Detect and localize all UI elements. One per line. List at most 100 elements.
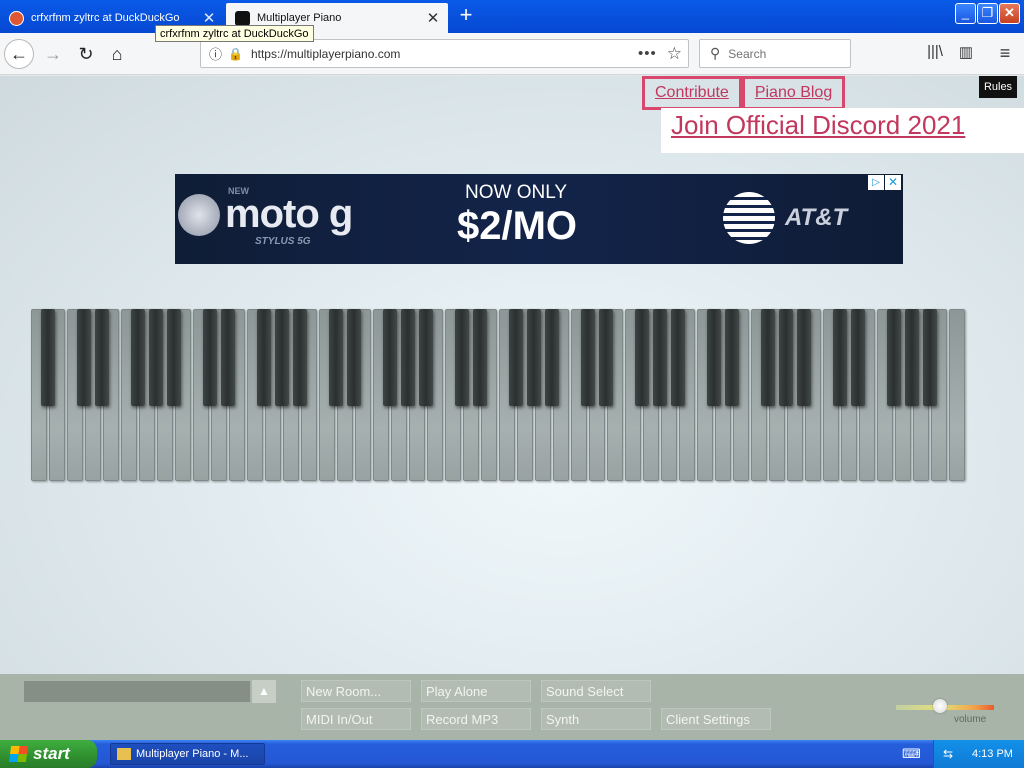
hamburger-menu-icon[interactable]: ≡ — [994, 43, 1016, 65]
black-key[interactable] — [221, 309, 235, 406]
url-bar[interactable]: ⓘ 🔒 https://multiplayerpiano.com ••• ☆ — [200, 39, 689, 68]
black-key[interactable] — [671, 309, 685, 406]
adchoices-icon[interactable]: ▷ — [868, 175, 884, 190]
black-key[interactable] — [95, 309, 109, 406]
black-key[interactable] — [707, 309, 721, 406]
black-key[interactable] — [275, 309, 289, 406]
motorola-logo-icon — [178, 194, 220, 236]
black-key[interactable] — [257, 309, 271, 406]
forward-arrow-icon[interactable]: → — [38, 39, 68, 69]
black-key[interactable] — [905, 309, 919, 406]
home-icon[interactable]: ⌂ — [102, 39, 132, 69]
firefox-icon — [117, 748, 131, 760]
midi-button[interactable]: MIDI In/Out — [301, 708, 411, 730]
library-icon[interactable]: |||\ — [924, 43, 946, 65]
chat-input[interactable] — [24, 681, 250, 702]
black-key[interactable] — [851, 309, 865, 406]
black-key[interactable] — [599, 309, 613, 406]
search-icon: ⚲ — [710, 45, 721, 61]
restore-window-button[interactable]: ❐ — [977, 3, 998, 24]
advertisement-banner[interactable]: NEW moto g STYLUS 5G NOW ONLY $2/MO AT&T… — [175, 174, 903, 264]
new-room-button[interactable]: New Room... — [301, 680, 411, 702]
top-links: Contribute Piano Blog — [642, 76, 846, 110]
plus-icon[interactable]: + — [454, 4, 478, 28]
black-key[interactable] — [473, 309, 487, 406]
black-key[interactable] — [545, 309, 559, 406]
start-label: start — [33, 744, 70, 763]
black-key[interactable] — [635, 309, 649, 406]
black-key[interactable] — [833, 309, 847, 406]
black-key[interactable] — [41, 309, 55, 406]
black-key[interactable] — [581, 309, 595, 406]
black-key[interactable] — [653, 309, 667, 406]
close-icon[interactable]: ✕ — [885, 175, 901, 190]
black-key[interactable] — [383, 309, 397, 406]
black-key[interactable] — [527, 309, 541, 406]
black-key[interactable] — [77, 309, 91, 406]
piano-site-icon — [235, 10, 250, 26]
close-tab-icon[interactable]: ✕ — [424, 9, 442, 27]
black-key[interactable] — [419, 309, 433, 406]
keyboard-icon[interactable]: ⌨ — [902, 746, 921, 762]
piano-keyboard[interactable] — [31, 309, 967, 483]
white-key[interactable] — [949, 309, 965, 481]
black-key[interactable] — [293, 309, 307, 406]
page-content: Rules Contribute Piano Blog Join Officia… — [0, 76, 1024, 740]
play-alone-button[interactable]: Play Alone — [421, 680, 531, 702]
triangle-up-icon[interactable]: ▲ — [252, 680, 276, 703]
discord-link[interactable]: Join Official Discord 2021 — [671, 108, 965, 142]
discord-panel: Join Official Discord 2021 — [661, 108, 1024, 153]
volume-slider[interactable]: volume — [896, 696, 996, 726]
contribute-link[interactable]: Contribute — [642, 76, 742, 110]
close-window-button[interactable]: ✕ — [999, 3, 1020, 24]
search-box[interactable]: ⚲ — [699, 39, 851, 68]
black-key[interactable] — [761, 309, 775, 406]
black-key[interactable] — [725, 309, 739, 406]
tab-title: Multiplayer Piano — [257, 12, 342, 24]
network-icon[interactable]: ⇆ — [943, 747, 959, 761]
insecure-lock-icon[interactable]: 🔒 — [228, 47, 243, 61]
sidebar-icon[interactable]: ▥ — [955, 43, 977, 65]
black-key[interactable] — [923, 309, 937, 406]
minimize-window-button[interactable]: _ — [955, 3, 976, 24]
black-key[interactable] — [779, 309, 793, 406]
black-key[interactable] — [401, 309, 415, 406]
black-key[interactable] — [797, 309, 811, 406]
ad-advertiser: AT&T — [785, 204, 848, 231]
piano-control-panel: ▲ New Room... Play Alone Sound Select MI… — [0, 674, 1024, 740]
black-key[interactable] — [167, 309, 181, 406]
more-dots-icon[interactable]: ••• — [638, 45, 657, 62]
record-mp3-button[interactable]: Record MP3 — [421, 708, 531, 730]
search-input[interactable] — [728, 46, 829, 61]
reload-icon[interactable]: ↻ — [71, 39, 101, 69]
black-key[interactable] — [887, 309, 901, 406]
black-key[interactable] — [455, 309, 469, 406]
synth-button[interactable]: Synth — [541, 708, 651, 730]
back-arrow-icon[interactable]: ← — [4, 39, 34, 69]
duckduckgo-icon — [9, 10, 24, 26]
piano-blog-link[interactable]: Piano Blog — [741, 76, 846, 110]
windows-flag-icon — [8, 746, 29, 762]
taskbar-item-firefox[interactable]: Multiplayer Piano - M... — [110, 743, 265, 765]
taskbar-item-label: Multiplayer Piano - M... — [136, 748, 249, 760]
ad-price: $2/MO — [457, 204, 578, 248]
tab-tooltip: crfxrfnm zyltrc at DuckDuckGo — [155, 25, 314, 42]
black-key[interactable] — [329, 309, 343, 406]
att-globe-icon — [723, 192, 775, 244]
black-key[interactable] — [347, 309, 361, 406]
black-key[interactable] — [203, 309, 217, 406]
ad-brand-sub: STYLUS 5G — [255, 236, 311, 247]
volume-knob[interactable] — [933, 699, 948, 713]
star-icon[interactable]: ☆ — [667, 44, 682, 64]
navigation-toolbar: ← → ↻ ⌂ ⓘ 🔒 https://multiplayerpiano.com… — [0, 33, 1024, 75]
url-text[interactable]: https://multiplayerpiano.com — [251, 47, 638, 61]
black-key[interactable] — [509, 309, 523, 406]
rules-button[interactable]: Rules — [979, 76, 1017, 98]
info-icon[interactable]: ⓘ — [209, 44, 222, 63]
tab-title: crfxrfnm zyltrc at DuckDuckGo — [31, 12, 180, 24]
black-key[interactable] — [149, 309, 163, 406]
black-key[interactable] — [131, 309, 145, 406]
sound-select-button[interactable]: Sound Select — [541, 680, 651, 702]
start-button[interactable]: start — [0, 740, 97, 768]
client-settings-button[interactable]: Client Settings — [661, 708, 771, 730]
